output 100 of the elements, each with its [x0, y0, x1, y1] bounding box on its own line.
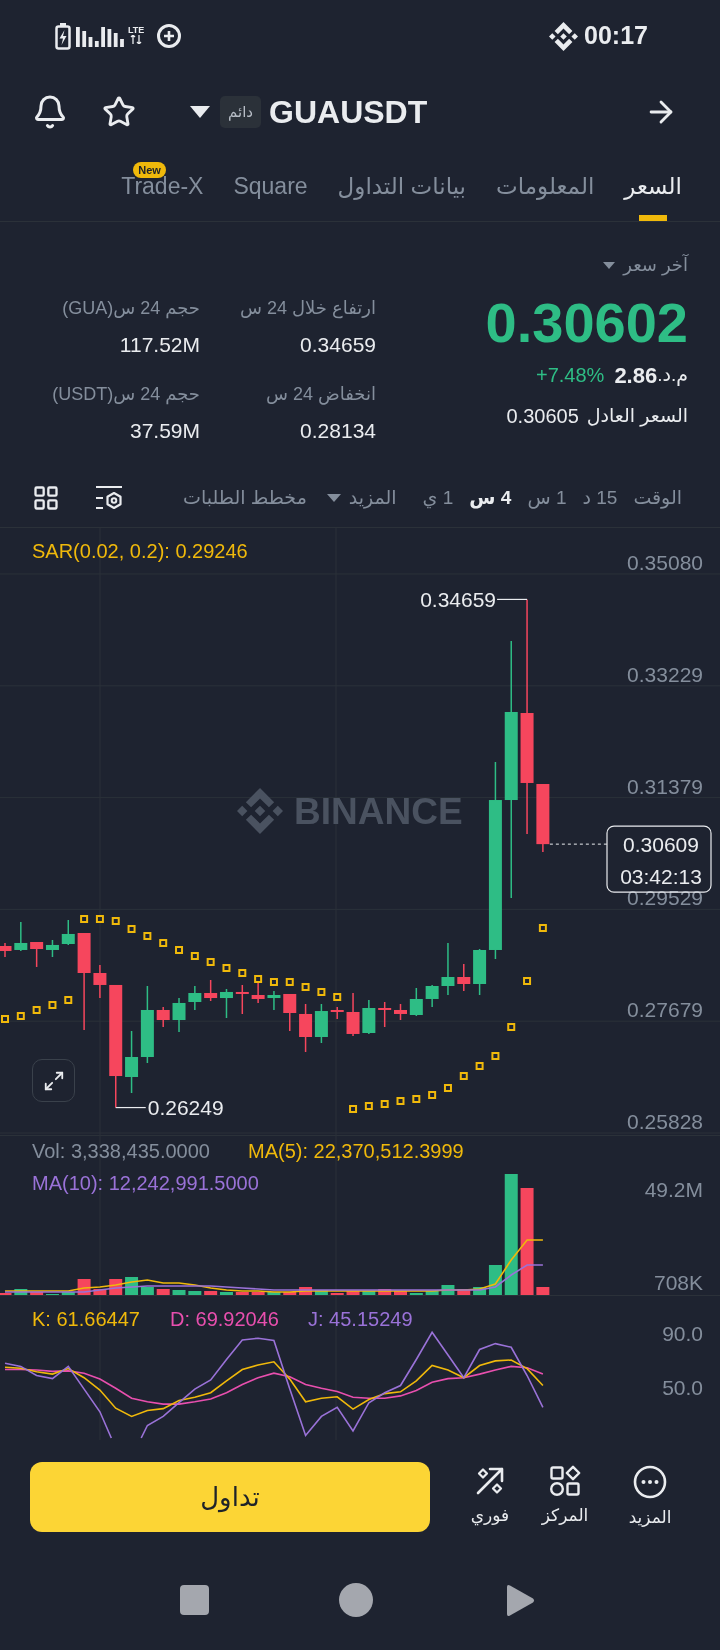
indicator-label: SAR(0.02, 0.2): 0.29246 — [32, 540, 248, 562]
k-value-label: K: 61.66447 — [32, 1308, 140, 1330]
candle — [330, 1006, 344, 1020]
grid-icon[interactable] — [32, 484, 60, 512]
candle — [267, 990, 281, 1011]
sar-point — [428, 1091, 437, 1099]
spot-button[interactable]: فوري — [454, 1462, 526, 1527]
volume-bar — [346, 1291, 360, 1295]
signal-bars-icon — [76, 25, 126, 47]
depth-chart-tab[interactable]: مخطط الطلبات — [183, 483, 307, 513]
volume-bar — [394, 1291, 407, 1295]
star-icon[interactable] — [102, 95, 136, 129]
volume-bar — [235, 1292, 249, 1295]
volume-bar — [457, 1289, 471, 1295]
candle — [0, 942, 12, 958]
sar-point — [475, 1062, 484, 1070]
expand-icon — [42, 1069, 65, 1092]
change-amount: 2.86 — [614, 361, 658, 390]
hub-button[interactable]: المركز — [529, 1462, 601, 1527]
volume-bar — [251, 1292, 265, 1295]
stat-label: ارتفاع خلال 24 س — [240, 297, 376, 321]
candle — [45, 939, 59, 958]
shapes-grid-icon — [549, 1465, 581, 1497]
notification-bell-icon[interactable] — [32, 94, 68, 130]
volume-bar — [61, 1292, 75, 1295]
sar-point — [364, 1102, 373, 1110]
volume-bar — [188, 1291, 202, 1295]
volume-bar — [220, 1292, 233, 1295]
contract-type-badge: دائم — [220, 96, 261, 128]
sar-point — [206, 958, 215, 966]
candle — [299, 1003, 313, 1053]
sar-point — [349, 1105, 358, 1113]
candle — [14, 921, 28, 952]
volume-bar — [441, 1285, 455, 1295]
sar-point — [238, 969, 247, 977]
candle — [61, 919, 75, 946]
candle — [457, 963, 471, 992]
chart-settings-icon[interactable] — [95, 485, 123, 511]
tab[interactable]: السعر — [624, 152, 682, 221]
sar-point — [538, 924, 547, 932]
more-dropdown[interactable]: المزيد — [326, 483, 397, 513]
volume-bar — [156, 1289, 170, 1295]
sar-point — [254, 975, 263, 983]
sar-point — [127, 925, 136, 933]
sar-point — [333, 993, 342, 1001]
clock-time: 00:17 — [584, 20, 648, 52]
price-axis-label: 0.35080 — [627, 551, 703, 574]
tab[interactable]: المعلومات — [496, 152, 595, 221]
sar-point — [95, 915, 104, 923]
change-currency: م.د. — [657, 362, 688, 388]
volume-bar — [378, 1289, 392, 1295]
interval-tab[interactable]: 1 ي — [422, 483, 454, 513]
data-arrows-icon — [130, 34, 143, 44]
sar-point — [16, 1012, 25, 1020]
caret-down-icon[interactable] — [190, 106, 210, 118]
candle — [204, 979, 218, 1002]
candle — [346, 992, 360, 1037]
price-type-dropdown[interactable]: آخر سعر — [603, 252, 688, 278]
circle-nav-icon[interactable] — [339, 1583, 373, 1617]
countdown-timer: 03:42:13 — [620, 864, 702, 888]
tab[interactable]: Square — [233, 152, 308, 221]
interval-tab[interactable]: 15 د — [582, 483, 618, 513]
price-axis-label: 0.27679 — [627, 998, 703, 1022]
network-type-label: LTE — [128, 24, 145, 35]
kdj-axis-label: 90.0 — [662, 1322, 703, 1345]
candle — [125, 1030, 139, 1094]
caret-down-icon — [326, 494, 341, 502]
circle-plus-icon — [156, 23, 183, 49]
more-button[interactable]: المزيد — [614, 1462, 686, 1529]
stat-value: 117.52M — [119, 332, 200, 358]
fullscreen-button[interactable] — [32, 1059, 75, 1102]
interval-tab[interactable]: 4 س — [469, 483, 512, 513]
sar-point — [80, 915, 89, 923]
change-percent: +7.48% — [536, 363, 605, 388]
sar-point — [64, 996, 73, 1004]
candle — [235, 984, 249, 1015]
ma10-label: MA(10): 12,242,991.5000 — [32, 1172, 259, 1194]
stat-value: 0.34659 — [300, 332, 376, 358]
trade-button[interactable]: تداول — [30, 1462, 430, 1532]
tab[interactable]: بيانات التداول — [337, 152, 466, 221]
sar-point — [285, 978, 294, 986]
volume-bar — [536, 1287, 550, 1295]
stat-label: حجم 24 س(GUA) — [62, 297, 200, 321]
stat-value: 37.59M — [129, 418, 200, 444]
tab[interactable]: Trade-X New — [121, 152, 204, 221]
interval-tab[interactable]: 1 س — [527, 483, 567, 513]
candle — [536, 783, 550, 853]
candle — [425, 984, 439, 1008]
price-axis-label: 0.25828 — [627, 1110, 703, 1133]
fair-price-label: السعر العادل — [586, 403, 688, 429]
trading-pair-title[interactable]: GUAUSDT — [269, 92, 428, 132]
triangle-nav-icon[interactable] — [505, 1583, 535, 1617]
price-axis-label: 0.33229 — [627, 662, 703, 686]
candle — [314, 1003, 328, 1044]
more-icon — [633, 1465, 667, 1499]
last-price: 0.30602 — [485, 291, 688, 355]
price-axis-label: 0.31379 — [627, 774, 703, 798]
candle — [220, 988, 233, 1019]
watermark-logo-icon — [237, 788, 283, 834]
candle — [394, 1003, 407, 1021]
